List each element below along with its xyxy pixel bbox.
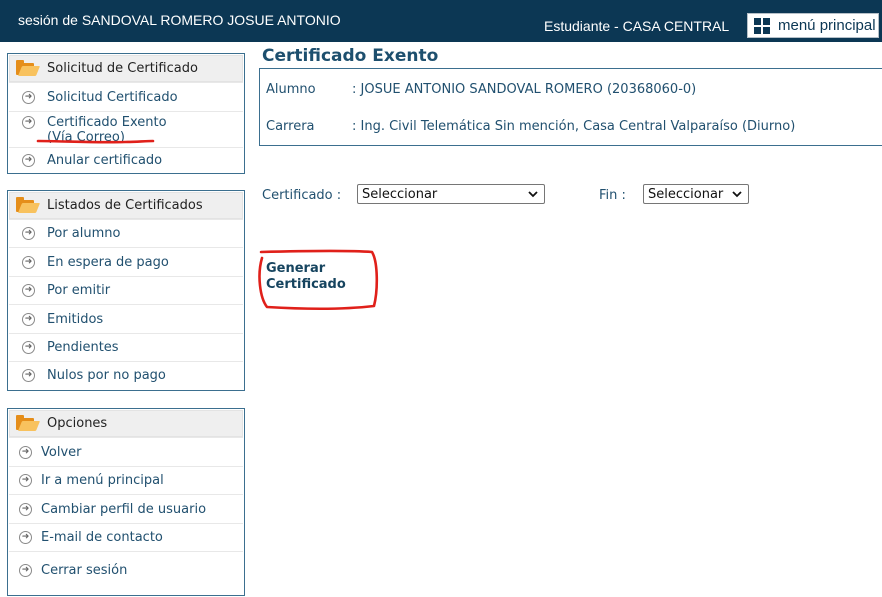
folder-open-icon xyxy=(16,196,41,213)
sidebar-item-pendientes[interactable]: ➜ Pendientes xyxy=(9,333,243,361)
arrow-right-circle-icon: ➜ xyxy=(22,255,35,269)
sidebar-item-volver[interactable]: ➜ Volver xyxy=(9,437,243,466)
alumno-row: Alumno : JOSUE ANTONIO SANDOVAL ROMERO (2… xyxy=(266,82,696,97)
sidebar-item-label-line2: (Vía Correo) xyxy=(47,130,125,145)
sidebar-item-label: Ir a menú principal xyxy=(41,473,164,488)
main-menu-button[interactable]: menú principal xyxy=(747,13,879,38)
page-title: Certificado Exento xyxy=(262,46,439,66)
alumno-value: : JOSUE ANTONIO SANDOVAL ROMERO (2036806… xyxy=(352,82,697,97)
certificado-label: Certificado : xyxy=(262,188,342,203)
grid-icon xyxy=(754,17,770,34)
sidebar-item-label: Solicitud Certificado xyxy=(47,89,178,105)
arrow-right-circle-icon: ➜ xyxy=(22,116,35,129)
sidebar-item-label: Por emitir xyxy=(47,283,111,298)
arrow-right-circle-icon: ➜ xyxy=(19,502,32,516)
arrow-right-circle-icon: ➜ xyxy=(22,341,35,354)
arrow-right-circle-icon: ➜ xyxy=(19,564,32,577)
fin-select[interactable]: Seleccionar xyxy=(643,184,749,204)
arrow-right-circle-icon: ➜ xyxy=(22,227,35,240)
folder-open-icon xyxy=(16,414,41,431)
generate-button-line1: Generar xyxy=(266,261,326,276)
certificado-select[interactable]: Seleccionar xyxy=(357,184,545,204)
sidebar-item-label: Emitidos xyxy=(47,311,104,327)
sidebar-item-emitidos[interactable]: ➜ Emitidos xyxy=(9,304,243,333)
carrera-value: : Ing. Civil Telemática Sin mención, Cas… xyxy=(352,119,796,134)
arrow-right-circle-icon: ➜ xyxy=(19,531,32,544)
arrow-right-circle-icon: ➜ xyxy=(19,474,32,487)
fin-select-value: Seleccionar xyxy=(648,186,724,202)
sidebar-item-label: Por alumno xyxy=(47,226,121,241)
panel-title: Listados de Certificados xyxy=(47,198,203,213)
sidebar-item-nulos-por-no-pago[interactable]: ➜ Nulos por no pago xyxy=(9,361,243,389)
arrow-right-circle-icon: ➜ xyxy=(22,284,35,297)
carrera-row: Carrera : Ing. Civil Telemática Sin menci… xyxy=(266,119,795,134)
top-bar: sesión de SANDOVAL ROMERO JOSUE ANTONIO … xyxy=(0,0,882,42)
sidebar-item-label: E-mail de contacto xyxy=(41,530,163,545)
sidebar-item-label: Anular certificado xyxy=(47,152,163,168)
sidebar-item-label: Nulos por no pago xyxy=(47,368,166,383)
arrow-right-circle-icon: ➜ xyxy=(19,445,32,459)
sidebar-item-certificado-exento[interactable]: ➜ Certificado Exento (Vía Correo) xyxy=(9,111,243,147)
sidebar-item-solicitud-certificado[interactable]: ➜ Solicitud Certificado xyxy=(9,82,243,111)
sidebar-item-label: Volver xyxy=(41,444,82,460)
panel-title: Solicitud de Certificado xyxy=(47,61,198,76)
arrow-right-circle-icon: ➜ xyxy=(22,369,35,382)
sidebar-item-label: En espera de pago xyxy=(47,254,169,270)
arrow-right-circle-icon: ➜ xyxy=(22,90,35,104)
session-user-text: sesión de SANDOVAL ROMERO JOSUE ANTONIO xyxy=(18,12,341,28)
sidebar-item-label-line1: Certificado Exento xyxy=(47,115,167,130)
sidebar-item-label: Cerrar sesión xyxy=(41,563,128,578)
chevron-down-icon xyxy=(528,191,538,198)
generate-certificate-button[interactable]: Generar Certificado xyxy=(266,261,346,293)
panel-header: Solicitud de Certificado xyxy=(9,55,243,82)
role-text: Estudiante - CASA CENTRAL xyxy=(544,18,730,34)
sidebar-item-email-contacto[interactable]: ➜ E-mail de contacto xyxy=(9,523,243,551)
sidebar-item-en-espera-de-pago[interactable]: ➜ En espera de pago xyxy=(9,247,243,276)
carrera-label: Carrera xyxy=(266,119,315,134)
generate-button-line2: Certificado xyxy=(266,277,346,292)
sidebar-item-cambiar-perfil[interactable]: ➜ Cambiar perfil de usuario xyxy=(9,494,243,523)
fin-label: Fin : xyxy=(599,188,626,203)
opciones-panel: Opciones ➜ Volver ➜ Ir a menú principal … xyxy=(7,408,245,596)
panel-header: Opciones xyxy=(9,410,243,437)
chevron-down-icon xyxy=(732,191,742,198)
folder-open-icon xyxy=(16,59,41,76)
panel-header: Listados de Certificados xyxy=(9,192,243,219)
student-info-box: Alumno : JOSUE ANTONIO SANDOVAL ROMERO (2… xyxy=(259,68,882,146)
sidebar-item-cerrar-sesion[interactable]: ➜ Cerrar sesión xyxy=(9,551,243,589)
sidebar-item-label: Cambiar perfil de usuario xyxy=(41,501,207,517)
sidebar-item-anular-certificado[interactable]: ➜ Anular certificado xyxy=(9,147,243,172)
panel-title: Opciones xyxy=(47,416,108,431)
sidebar-item-por-emitir[interactable]: ➜ Por emitir xyxy=(9,276,243,304)
sidebar-item-label: Certificado Exento (Vía Correo) xyxy=(47,115,167,145)
sidebar-item-ir-a-menu-principal[interactable]: ➜ Ir a menú principal xyxy=(9,466,243,494)
arrow-right-circle-icon: ➜ xyxy=(22,312,35,326)
sidebar-item-label: Pendientes xyxy=(47,340,119,355)
certificado-select-value: Seleccionar xyxy=(362,186,438,202)
listados-certificados-panel: Listados de Certificados ➜ Por alumno ➜ … xyxy=(7,190,245,391)
solicitud-certificado-panel: Solicitud de Certificado ➜ Solicitud Cer… xyxy=(7,53,245,174)
sidebar-item-por-alumno[interactable]: ➜ Por alumno xyxy=(9,219,243,247)
alumno-label: Alumno xyxy=(266,82,316,97)
main-menu-button-label: menú principal xyxy=(778,17,876,34)
arrow-right-circle-icon: ➜ xyxy=(22,153,35,167)
